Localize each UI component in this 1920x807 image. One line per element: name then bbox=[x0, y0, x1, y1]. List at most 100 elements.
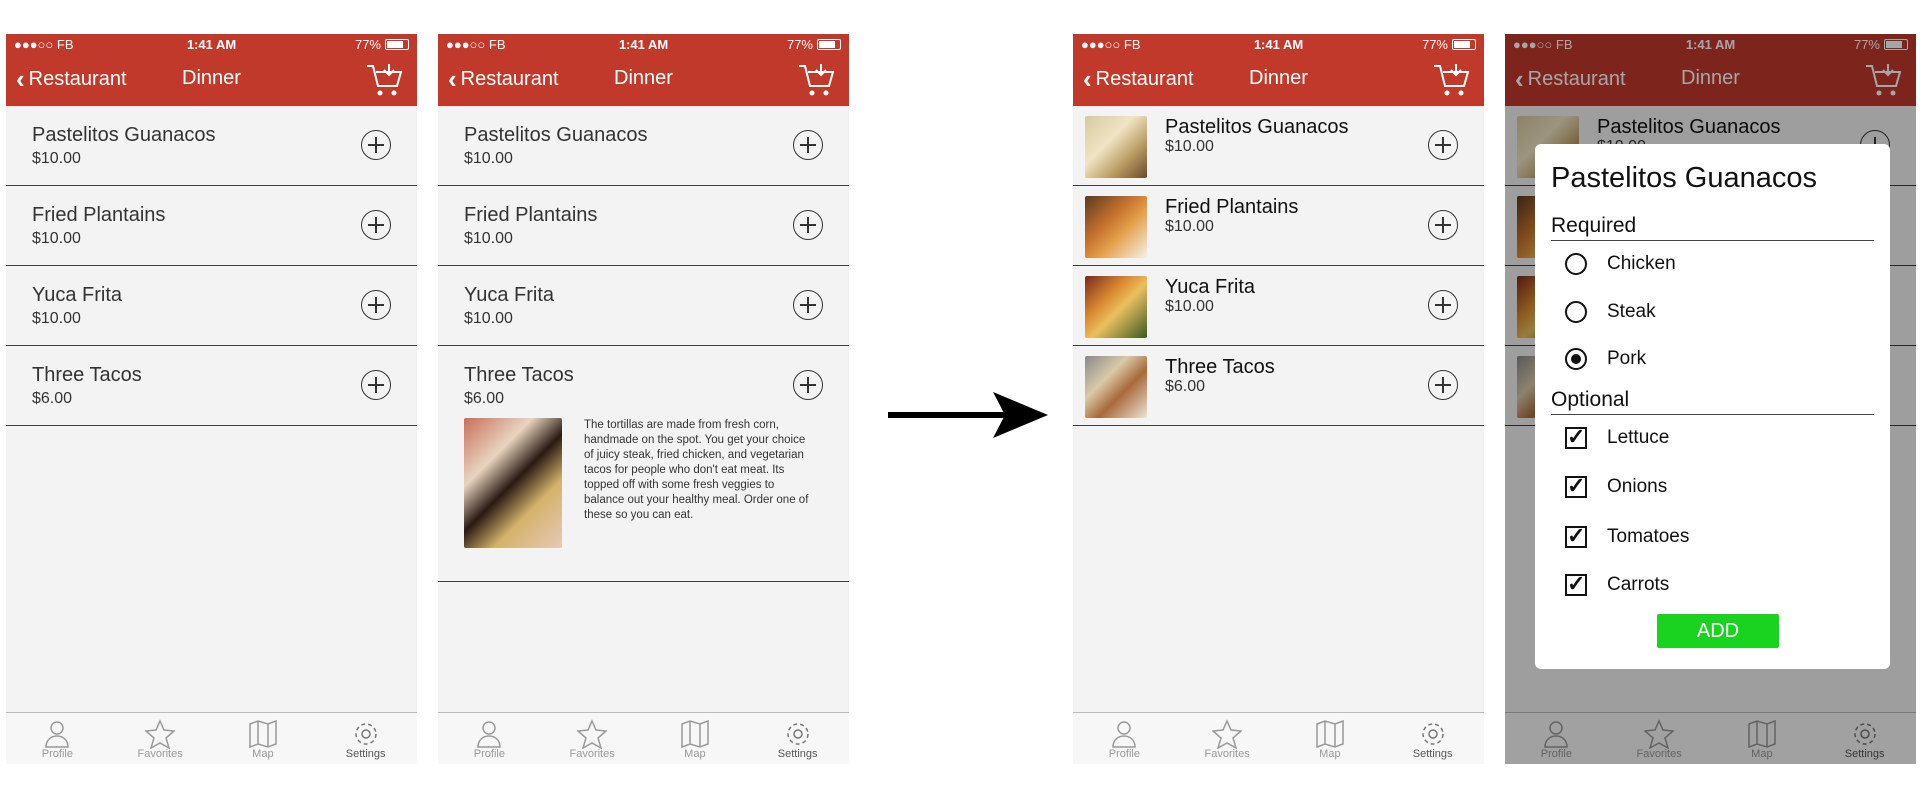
option-chicken[interactable]: Chicken bbox=[1565, 250, 1676, 278]
item-options-dialog: Pastelitos Guanacos Required Chicken Ste… bbox=[1535, 144, 1890, 669]
tab-profile[interactable]: Profile bbox=[438, 713, 541, 764]
tab-label: Favorites bbox=[569, 748, 615, 760]
list-item[interactable]: Pastelitos Guanacos $10.00 bbox=[6, 106, 417, 186]
tab-label: Settings bbox=[1412, 748, 1453, 760]
tab-map[interactable]: Map bbox=[1279, 713, 1382, 764]
tab-label: Map bbox=[684, 748, 706, 760]
tab-bar: Profile Favorites Map Settings bbox=[6, 712, 417, 764]
option-carrots[interactable]: ✓ Carrots bbox=[1565, 571, 1669, 599]
tab-settings[interactable]: Settings bbox=[1381, 713, 1484, 764]
option-label: Onions bbox=[1607, 476, 1668, 497]
add-button[interactable]: ADD bbox=[1657, 614, 1779, 648]
list-item[interactable]: Pastelitos Guanacos $10.00 bbox=[438, 106, 849, 186]
add-circle-icon[interactable] bbox=[361, 210, 391, 240]
tab-bar: Profile Favorites Map Settings bbox=[438, 712, 849, 764]
list-item[interactable]: Yuca Frita $10.00 bbox=[438, 266, 849, 346]
map-icon bbox=[249, 719, 277, 749]
tab-label: Settings bbox=[345, 748, 386, 760]
battery-percent: 77% bbox=[1421, 37, 1448, 52]
food-photo bbox=[464, 418, 562, 548]
item-name: Yuca Frita bbox=[1165, 276, 1256, 298]
add-circle-icon[interactable] bbox=[793, 370, 823, 400]
tab-favorites[interactable]: Favorites bbox=[109, 713, 212, 764]
checkbox-checked[interactable]: ✓ bbox=[1565, 426, 1587, 449]
option-lettuce[interactable]: ✓ Lettuce bbox=[1565, 424, 1669, 452]
battery-percent: 77% bbox=[786, 37, 813, 52]
cart-icon[interactable] bbox=[1432, 60, 1472, 100]
page-title: Dinner bbox=[182, 67, 241, 89]
checkbox-checked[interactable]: ✓ bbox=[1565, 573, 1587, 596]
option-label: Lettuce bbox=[1607, 427, 1670, 448]
battery-percent: 77% bbox=[354, 37, 381, 52]
list-item[interactable]: Yuca Frita $10.00 bbox=[6, 266, 417, 346]
tab-map[interactable]: Map bbox=[644, 713, 747, 764]
food-thumbnail bbox=[1085, 276, 1147, 338]
list-item-expanded[interactable]: Three Tacos $6.00 The tortillas are made … bbox=[438, 346, 849, 582]
list-item[interactable]: Three Tacos $6.00 bbox=[1073, 346, 1484, 426]
list-item[interactable]: Fried Plantains $10.00 bbox=[6, 186, 417, 266]
add-circle-icon[interactable] bbox=[361, 130, 391, 160]
status-bar: ●●●○○ FB 1:41 AM 77% bbox=[438, 34, 849, 54]
add-circle-icon[interactable] bbox=[1428, 370, 1458, 400]
screen-menu-expanded: ●●●○○ FB 1:41 AM 77% ‹ Restaurant Dinner … bbox=[438, 34, 849, 764]
item-price: $10.00 bbox=[464, 310, 513, 327]
add-circle-icon[interactable] bbox=[793, 290, 823, 320]
list-item[interactable]: Three Tacos $6.00 bbox=[6, 346, 417, 426]
tab-settings[interactable]: Settings bbox=[746, 713, 849, 764]
tab-profile[interactable]: Profile bbox=[1073, 713, 1176, 764]
list-item[interactable]: Fried Plantains $10.00 bbox=[438, 186, 849, 266]
gear-icon bbox=[1421, 723, 1444, 745]
tab-favorites[interactable]: Favorites bbox=[541, 713, 644, 764]
option-pork[interactable]: Pork bbox=[1565, 345, 1646, 373]
item-name: Three Tacos bbox=[32, 364, 142, 386]
radio-button-selected[interactable] bbox=[1565, 348, 1587, 370]
dialog-title: Pastelitos Guanacos bbox=[1551, 162, 1817, 194]
option-label: Chicken bbox=[1607, 253, 1676, 274]
item-price: $10.00 bbox=[464, 230, 513, 247]
screen-menu-thumbnails: ●●●○○ FB 1:41 AM 77% ‹ Restaurant Dinner … bbox=[1073, 34, 1484, 764]
item-price: $10.00 bbox=[1165, 298, 1214, 315]
arrow-right-icon bbox=[888, 392, 1048, 438]
star-icon bbox=[1212, 719, 1243, 749]
tab-favorites[interactable]: Favorites bbox=[1176, 713, 1279, 764]
option-tomatoes[interactable]: ✓ Tomatoes bbox=[1565, 523, 1689, 551]
nav-bar: ‹ Restaurant Dinner bbox=[438, 54, 849, 106]
add-circle-icon[interactable] bbox=[793, 210, 823, 240]
checkbox-checked[interactable]: ✓ bbox=[1565, 525, 1587, 548]
status-bar: ●●●○○ FB 1:41 AM 77% bbox=[1073, 34, 1484, 54]
person-icon bbox=[1112, 721, 1137, 748]
item-name: Yuca Frita bbox=[32, 284, 123, 306]
tab-settings[interactable]: Settings bbox=[314, 713, 417, 764]
add-circle-icon[interactable] bbox=[1428, 290, 1458, 320]
gear-icon bbox=[354, 723, 377, 745]
list-item[interactable]: Pastelitos Guanacos $10.00 bbox=[1073, 106, 1484, 186]
add-circle-icon[interactable] bbox=[361, 370, 391, 400]
cart-icon[interactable] bbox=[797, 60, 837, 100]
tab-label: Favorites bbox=[137, 748, 183, 760]
add-circle-icon[interactable] bbox=[1428, 210, 1458, 240]
tab-profile[interactable]: Profile bbox=[6, 713, 109, 764]
option-label: Pork bbox=[1607, 348, 1647, 369]
option-steak[interactable]: Steak bbox=[1565, 298, 1656, 326]
option-onions[interactable]: ✓ Onions bbox=[1565, 473, 1667, 501]
food-thumbnail bbox=[1085, 116, 1147, 178]
add-circle-icon[interactable] bbox=[1428, 130, 1458, 160]
option-label: Tomatoes bbox=[1607, 526, 1690, 547]
list-item[interactable]: Yuca Frita $10.00 bbox=[1073, 266, 1484, 346]
food-thumbnail bbox=[1085, 196, 1147, 258]
person-icon bbox=[477, 721, 502, 748]
list-item[interactable]: Fried Plantains $10.00 bbox=[1073, 186, 1484, 266]
cart-icon[interactable] bbox=[365, 60, 405, 100]
item-price: $6.00 bbox=[1165, 378, 1206, 395]
item-price: $10.00 bbox=[32, 310, 81, 327]
item-price: $10.00 bbox=[1165, 138, 1214, 155]
screen-item-options: ●●●○○ FB 1:41 AM 77% ‹ Restaurant Dinner … bbox=[1505, 34, 1916, 764]
tab-map[interactable]: Map bbox=[212, 713, 315, 764]
checkbox-checked[interactable]: ✓ bbox=[1565, 475, 1587, 498]
status-bar: ●●●○○ FB 1:41 AM 77% bbox=[6, 34, 417, 54]
radio-button[interactable] bbox=[1565, 301, 1587, 323]
screen-menu-list: ●●●○○ FB 1:41 AM 77% ‹ Restaurant Dinner … bbox=[6, 34, 417, 764]
radio-button[interactable] bbox=[1565, 253, 1587, 275]
add-circle-icon[interactable] bbox=[793, 130, 823, 160]
add-circle-icon[interactable] bbox=[361, 290, 391, 320]
